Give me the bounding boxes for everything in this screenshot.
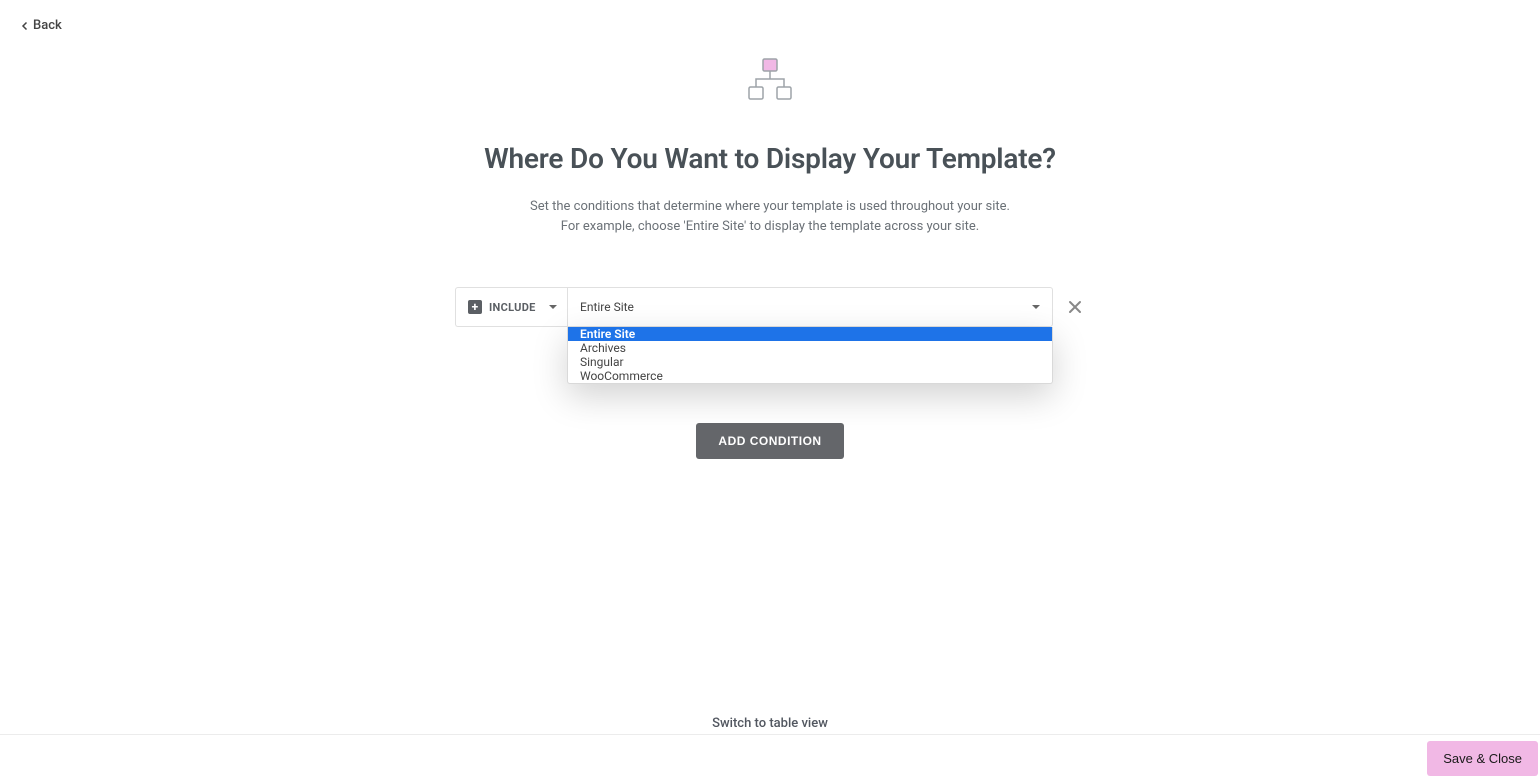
dropdown-option-woocommerce[interactable]: WooCommerce bbox=[568, 369, 1052, 383]
switch-table-view-link[interactable]: Switch to table view bbox=[712, 716, 828, 731]
close-icon bbox=[1068, 300, 1082, 314]
location-select-value: Entire Site bbox=[580, 300, 634, 314]
chevron-down-icon bbox=[1032, 305, 1040, 309]
dropdown-option-entire-site[interactable]: Entire Site bbox=[568, 327, 1052, 341]
dropdown-option-archives[interactable]: Archives bbox=[568, 341, 1052, 355]
footer: Switch to table view Save & Close bbox=[0, 734, 1540, 781]
include-mode-label: INCLUDE bbox=[489, 301, 536, 314]
main-content: Where Do You Want to Display Your Templa… bbox=[0, 0, 1540, 459]
page-title: Where Do You Want to Display Your Templa… bbox=[484, 142, 1056, 175]
subtitle-line-2: For example, choose 'Entire Site' to dis… bbox=[530, 217, 1010, 237]
location-dropdown-menu: Entire Site Archives Singular WooCommerc… bbox=[567, 327, 1053, 384]
back-button[interactable]: Back bbox=[20, 18, 62, 33]
add-condition-button[interactable]: ADD CONDITION bbox=[696, 423, 843, 459]
remove-condition-button[interactable] bbox=[1065, 297, 1085, 317]
save-close-button[interactable]: Save & Close bbox=[1427, 741, 1538, 776]
sitemap-icon bbox=[748, 58, 792, 104]
page-subtitle: Set the conditions that determine where … bbox=[530, 197, 1010, 237]
chevron-left-icon bbox=[20, 21, 30, 31]
condition-row: + INCLUDE Entire Site Entire Site Archiv… bbox=[455, 287, 1085, 327]
location-select[interactable]: Entire Site bbox=[567, 287, 1053, 327]
include-mode-select[interactable]: + INCLUDE bbox=[455, 287, 567, 327]
back-button-label: Back bbox=[33, 18, 62, 33]
plus-icon: + bbox=[468, 300, 482, 314]
dropdown-option-singular[interactable]: Singular bbox=[568, 355, 1052, 369]
chevron-down-icon bbox=[549, 305, 557, 309]
subtitle-line-1: Set the conditions that determine where … bbox=[530, 197, 1010, 217]
